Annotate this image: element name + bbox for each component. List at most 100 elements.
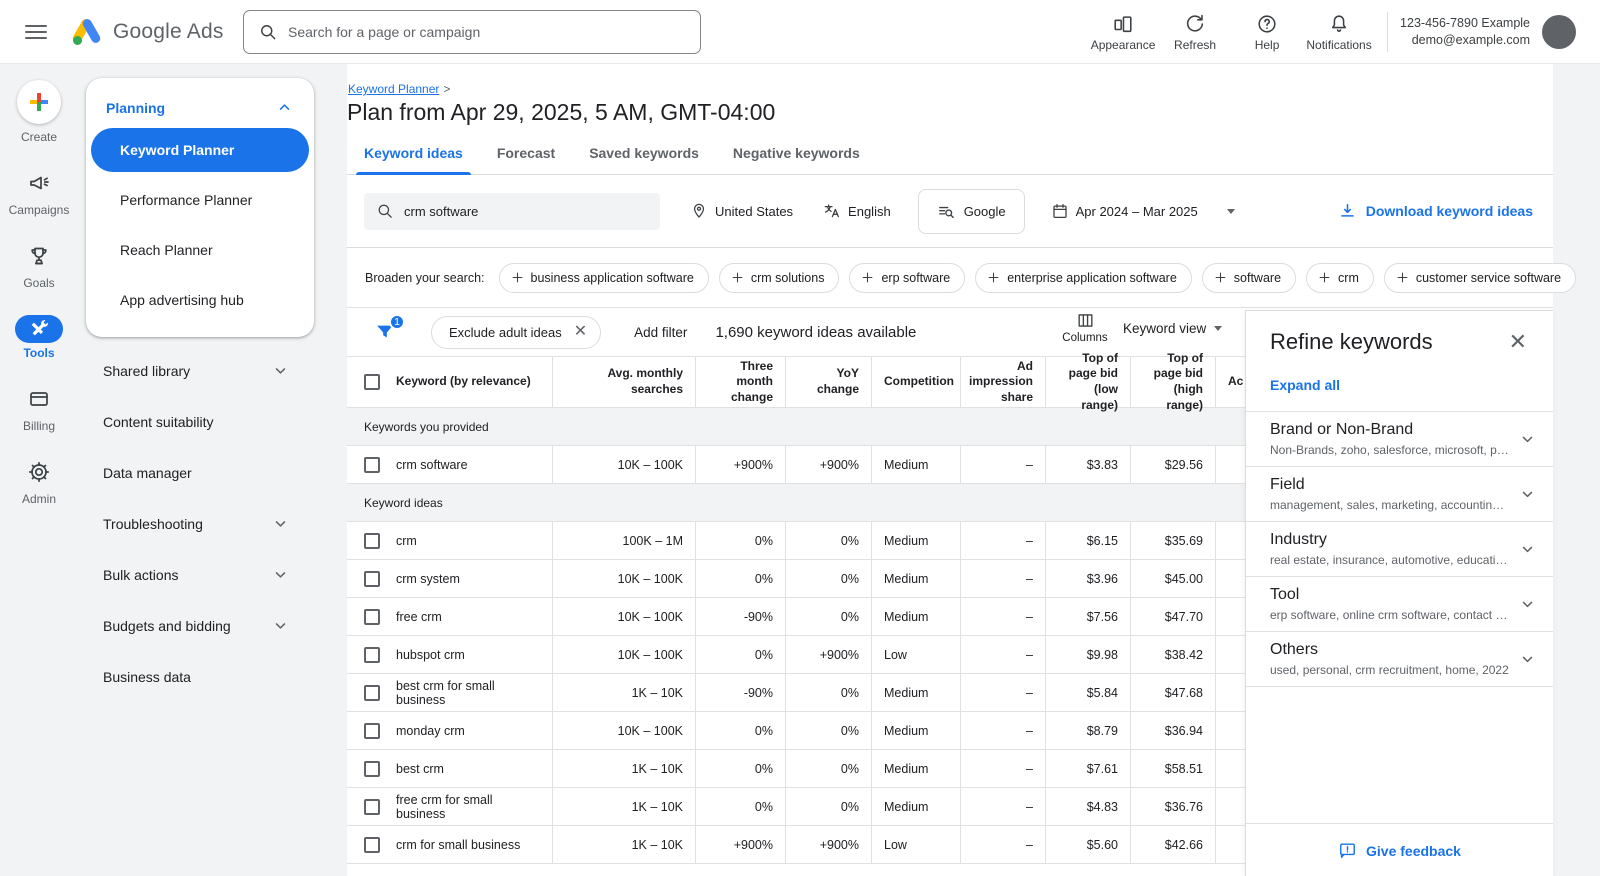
tab-forecast[interactable]: Forecast — [480, 139, 572, 174]
google-ads-logo: Google Ads — [69, 16, 224, 48]
network-selector[interactable]: Google — [918, 189, 1025, 234]
plus-icon — [1213, 270, 1228, 285]
global-search-input[interactable] — [288, 24, 686, 40]
column-header-truncated[interactable]: Ac — [1215, 357, 1245, 407]
broaden-chip[interactable]: crm solutions — [719, 263, 840, 293]
searches-cell: 10K – 100K — [552, 560, 695, 597]
notifications-button[interactable]: Notifications — [1303, 13, 1375, 52]
help-label: Help — [1255, 38, 1280, 52]
nav-campaigns[interactable]: Campaigns — [9, 169, 70, 217]
breadcrumb-link[interactable]: Keyword Planner — [348, 82, 439, 96]
brand-name: Google Ads — [113, 20, 224, 44]
avatar[interactable] — [1542, 15, 1576, 49]
nav-tools[interactable]: Tools — [15, 315, 63, 360]
row-checkbox[interactable] — [364, 761, 380, 777]
row-checkbox[interactable] — [364, 533, 380, 549]
google-ads-logo-icon — [69, 16, 105, 48]
refine-section-others[interactable]: Others used, personal, crm recruitment, … — [1246, 631, 1553, 686]
filter-button[interactable]: 1 — [374, 321, 396, 343]
column-header-ad-impression-share[interactable]: Ad impression share — [960, 357, 1045, 407]
help-button[interactable]: Help — [1231, 13, 1303, 52]
sidebar-item-budgets-and-bidding[interactable]: Budgets and bidding — [86, 600, 314, 651]
network-value: Google — [964, 204, 1006, 219]
columns-button[interactable]: Columns — [1053, 311, 1117, 344]
close-icon[interactable]: ✕ — [1503, 329, 1533, 355]
select-all-checkbox[interactable] — [364, 374, 380, 390]
refine-section-field[interactable]: Field management, sales, marketing, acco… — [1246, 466, 1553, 521]
nav-goals[interactable]: Goals — [15, 242, 63, 290]
broaden-chip[interactable]: software — [1202, 263, 1296, 293]
sidebar-item-bulk-actions[interactable]: Bulk actions — [86, 549, 314, 600]
planning-card: Planning Keyword Planner Performance Pla… — [86, 78, 314, 337]
refine-section-title: Others — [1270, 639, 1509, 661]
high-bid-cell: $36.76 — [1130, 788, 1215, 825]
column-header-top-bid-low[interactable]: Top of page bid (low range) — [1045, 357, 1130, 407]
appearance-button[interactable]: Appearance — [1087, 13, 1159, 52]
broaden-chip[interactable]: enterprise application software — [975, 263, 1192, 293]
refine-section-tool[interactable]: Tool erp software, online crm software, … — [1246, 576, 1553, 631]
row-checkbox[interactable] — [364, 571, 380, 587]
keyword-cell: crm — [396, 534, 417, 548]
sidebar-item-performance-planner[interactable]: Performance Planner — [86, 175, 314, 225]
yoy-cell: +900% — [785, 636, 871, 673]
broaden-chip[interactable]: crm — [1306, 263, 1374, 293]
column-header-three-month-change[interactable]: Three month change — [695, 357, 785, 407]
column-header-avg-monthly-searches[interactable]: Avg. monthly searches — [552, 357, 695, 407]
column-header-yoy-change[interactable]: YoY change — [785, 357, 871, 407]
column-header-keyword[interactable]: Keyword (by relevance) — [347, 357, 552, 407]
performance-planner-label: Performance Planner — [120, 192, 252, 208]
sidebar-item-reach-planner[interactable]: Reach Planner — [86, 225, 314, 275]
chip-label: business application software — [531, 271, 694, 285]
tab-negative-keywords[interactable]: Negative keywords — [716, 139, 877, 174]
remove-filter-icon[interactable]: ✕ — [574, 324, 587, 340]
plus-icon — [1317, 270, 1332, 285]
refine-keywords-panel: Refine keywords ✕ Expand all Brand or No… — [1245, 310, 1553, 876]
broaden-chip[interactable]: customer service software — [1384, 263, 1576, 293]
row-checkbox[interactable] — [364, 647, 380, 663]
nav-admin[interactable]: Admin — [15, 458, 63, 506]
give-feedback-button[interactable]: Give feedback — [1246, 823, 1553, 860]
date-range-selector[interactable]: Apr 2024 – Mar 2025 — [1051, 202, 1235, 220]
download-keyword-ideas-button[interactable]: Download keyword ideas — [1338, 202, 1533, 221]
menu-icon[interactable] — [25, 21, 47, 43]
row-checkbox[interactable] — [364, 609, 380, 625]
global-search[interactable] — [243, 10, 701, 54]
columns-label: Columns — [1062, 332, 1107, 344]
chip-label: enterprise application software — [1007, 271, 1177, 285]
column-header-top-bid-high[interactable]: Top of page bid (high range) — [1130, 357, 1215, 407]
sidebar-item-business-data[interactable]: Business data — [86, 651, 314, 702]
broaden-chip[interactable]: erp software — [849, 263, 965, 293]
row-checkbox[interactable] — [364, 723, 380, 739]
sidebar-item-shared-library[interactable]: Shared library — [86, 345, 314, 396]
language-selector[interactable]: English — [823, 202, 891, 220]
active-filter-chip[interactable]: Exclude adult ideas ✕ — [431, 316, 601, 349]
sidebar-item-content-suitability[interactable]: Content suitability — [86, 396, 314, 447]
create-button[interactable]: Create — [17, 80, 61, 144]
ad-share-cell: – — [960, 636, 1045, 673]
tab-keyword-ideas[interactable]: Keyword ideas — [347, 139, 480, 174]
row-checkbox[interactable] — [364, 685, 380, 701]
row-checkbox[interactable] — [364, 837, 380, 853]
expand-all-link[interactable]: Expand all — [1246, 355, 1553, 411]
location-selector[interactable]: United States — [690, 202, 793, 220]
keyword-table: Keyword (by relevance) Avg. monthly sear… — [347, 356, 1245, 864]
sidebar-item-troubleshooting[interactable]: Troubleshooting — [86, 498, 314, 549]
tab-saved-keywords[interactable]: Saved keywords — [572, 139, 716, 174]
row-checkbox[interactable] — [364, 799, 380, 815]
sidebar-item-keyword-planner[interactable]: Keyword Planner — [91, 128, 309, 172]
nav-billing[interactable]: Billing — [15, 385, 63, 433]
refine-section-brand[interactable]: Brand or Non-Brand Non-Brands, zoho, sal… — [1246, 411, 1553, 466]
column-header-competition[interactable]: Competition — [871, 357, 960, 407]
shared-library-label: Shared library — [103, 363, 190, 379]
sidebar-item-app-advertising-hub[interactable]: App advertising hub — [86, 275, 314, 325]
keyword-search-input[interactable]: crm software — [364, 193, 660, 230]
broaden-chip[interactable]: business application software — [499, 263, 709, 293]
view-selector[interactable]: Keyword view — [1123, 321, 1222, 336]
sidebar-section-planning[interactable]: Planning — [86, 88, 314, 125]
add-filter-button[interactable]: Add filter — [634, 325, 687, 340]
row-checkbox[interactable] — [364, 457, 380, 473]
table-row: free crm 10K – 100K -90% 0% Medium – $7.… — [347, 598, 1245, 636]
refresh-button[interactable]: Refresh — [1159, 13, 1231, 52]
sidebar-item-data-manager[interactable]: Data manager — [86, 447, 314, 498]
refine-section-industry[interactable]: Industry real estate, insurance, automot… — [1246, 521, 1553, 576]
